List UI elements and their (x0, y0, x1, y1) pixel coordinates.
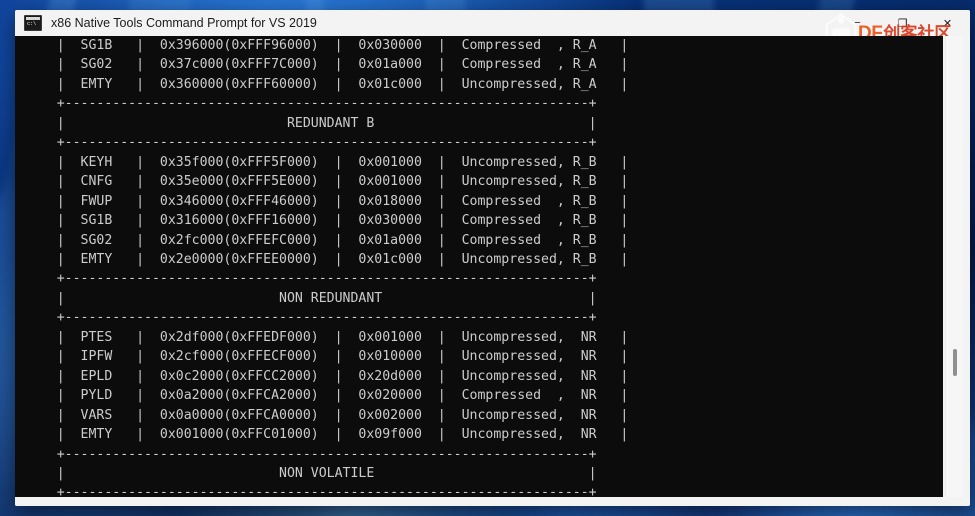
maximize-button[interactable]: ❐ (880, 10, 925, 36)
console-container: | SG1B | 0x396000(0xFFF96000) | 0x030000… (15, 36, 970, 506)
console-text: | SG1B | 0x396000(0xFFF96000) | 0x030000… (56, 38, 629, 497)
console-scrollbar[interactable] (945, 36, 963, 497)
window-controls[interactable]: − ❐ ✕ (835, 10, 970, 36)
command-prompt-icon (24, 15, 42, 31)
close-button[interactable]: ✕ (925, 10, 970, 36)
command-prompt-window[interactable]: x86 Native Tools Command Prompt for VS 2… (15, 10, 970, 506)
minimize-button[interactable]: − (835, 10, 880, 36)
scrollbar-thumb[interactable] (953, 349, 957, 377)
window-title: x86 Native Tools Command Prompt for VS 2… (51, 16, 317, 30)
window-titlebar[interactable]: x86 Native Tools Command Prompt for VS 2… (15, 10, 970, 50)
console-output-area[interactable]: | SG1B | 0x396000(0xFFF96000) | 0x030000… (15, 36, 943, 497)
